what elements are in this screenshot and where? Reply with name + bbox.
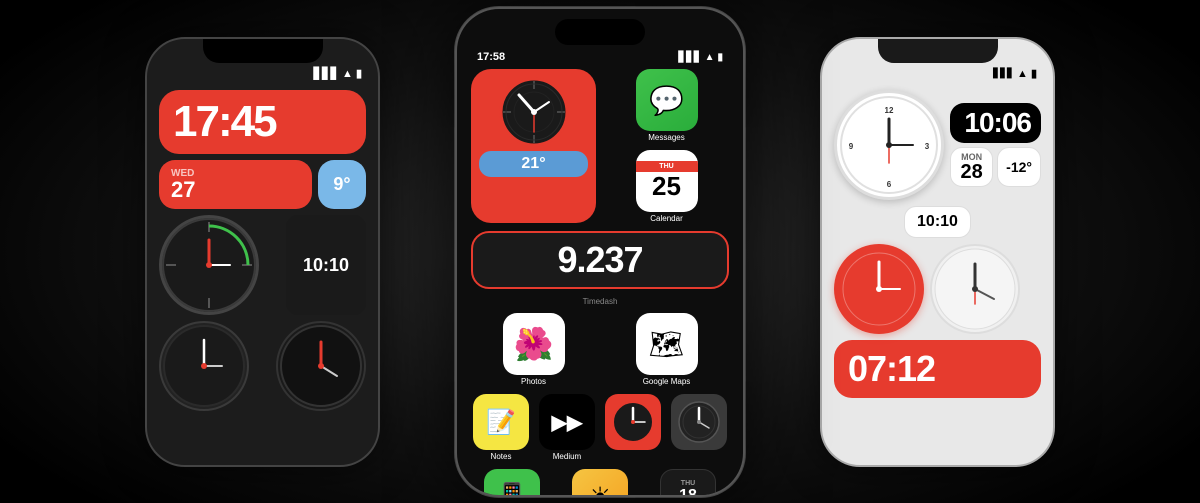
google-maps-icon[interactable]: 🗺	[636, 313, 698, 375]
number-value: 9.237	[557, 239, 642, 281]
left-clock-1	[159, 215, 259, 315]
clock-red-cell[interactable]	[603, 394, 663, 461]
messages-label: Messages	[648, 133, 684, 142]
calendar-icon[interactable]: THU 25	[636, 150, 698, 212]
dynamic-island	[555, 19, 645, 45]
right-temp-block: -12°	[997, 147, 1041, 187]
medium-label: Medium	[553, 452, 581, 461]
whatsapp-cell[interactable]: 📱 WhatsApp	[471, 469, 553, 497]
center-clock-widget: 21°	[471, 69, 596, 223]
center-clock-svg	[499, 77, 569, 147]
right-bottom-time: 07:12	[834, 340, 1041, 398]
clock-red-icon[interactable]	[605, 394, 661, 450]
messages-icon-cell[interactable]: 💬 Messages	[604, 69, 729, 142]
right-phone: ▋▋▋ ▲ ▮ 12 3 6 9	[820, 37, 1055, 467]
right-small-time-row: 10:10	[834, 206, 1041, 238]
right-top-row: 12 3 6 9 10:06	[834, 90, 1041, 200]
phones-wrapper: ▋▋▋ ▲ ▮ 17:45 WED 27 9°	[0, 0, 1200, 503]
right-status-icons: ▋▋▋ ▲ ▮	[993, 67, 1037, 80]
right-small-time-box: 10:10	[904, 206, 971, 238]
center-number-section: 9.237 Timedash	[457, 231, 743, 309]
weatherpro-icon[interactable]: ☀	[572, 469, 628, 497]
number-widget: 9.237	[471, 231, 729, 289]
center-row3: 📝 Notes ▶▶ Medium	[457, 394, 743, 461]
notes-label: Notes	[491, 452, 512, 461]
right-date-block: MON 28	[950, 147, 993, 187]
signal-icon: ▋▋▋	[679, 52, 702, 63]
center-right-apps: 💬 Messages THU 25 Calendar	[604, 69, 729, 223]
messages-icon[interactable]: 💬	[636, 69, 698, 131]
left-temp-widget: 9°	[318, 160, 366, 209]
right-clock-a-svg	[838, 248, 920, 330]
right-clock-b-svg	[934, 248, 1016, 330]
center-temp-pill: 21°	[479, 151, 588, 177]
left-big-time: 17:45	[173, 100, 352, 144]
clock-dark-icon[interactable]	[671, 394, 727, 450]
left-time-widget: 17:45	[159, 90, 366, 154]
photos-label: Photos	[521, 377, 546, 386]
svg-text:12: 12	[885, 106, 894, 115]
left-clock-3	[276, 321, 366, 411]
battery-icon: ▮	[717, 52, 723, 63]
clock-dark-cell[interactable]	[669, 394, 729, 461]
left-notch	[203, 39, 323, 63]
calendar-label: Calendar	[650, 214, 682, 223]
notes-icon[interactable]: 📝	[473, 394, 529, 450]
right-clock-row	[834, 244, 1041, 334]
timedash-icon[interactable]: THU 18 10°	[660, 469, 716, 497]
left-date-widget: WED 27	[159, 160, 312, 209]
right-digital-col: 10:06 MON 28 -12°	[950, 103, 1041, 187]
center-row4: 📱 WhatsApp ☀ WeatherPro THU 18 10° Timed…	[457, 469, 743, 497]
left-clock-row: 10:10	[159, 215, 366, 315]
google-maps-cell[interactable]: 🗺 Google Maps	[604, 313, 729, 386]
google-maps-label: Google Maps	[643, 377, 691, 386]
timedash-cell[interactable]: THU 18 10° Timedash	[647, 469, 729, 497]
right-clock-svg: 12 3 6 9	[839, 95, 939, 195]
svg-text:3: 3	[925, 142, 930, 151]
left-phone: ▋▋▋ ▲ ▮ 17:45 WED 27 9°	[145, 37, 380, 467]
photos-icon[interactable]: 🌺	[503, 313, 565, 375]
left-status-icons: ▋▋▋ ▲ ▮	[314, 67, 362, 80]
left-date-temp-row: WED 27 9°	[159, 160, 366, 209]
medium-icon[interactable]: ▶▶	[539, 394, 595, 450]
left-clock-3-svg	[279, 324, 363, 408]
left-clock-svg	[162, 218, 256, 312]
center-status-icons: ▋▋▋ ▲ ▮	[679, 52, 724, 63]
center-photos-maps-row: 🌺 Photos 🗺 Google Maps	[457, 313, 743, 386]
left-small-time: 10:10	[286, 215, 366, 315]
left-clock-2-svg	[162, 324, 246, 408]
svg-text:9: 9	[849, 142, 854, 151]
timedash-label: Timedash	[471, 291, 729, 309]
right-clock-b	[930, 244, 1020, 334]
notes-cell[interactable]: 📝 Notes	[471, 394, 531, 461]
right-big-clock: 12 3 6 9	[834, 90, 944, 200]
right-notch	[878, 39, 998, 63]
photos-cell[interactable]: 🌺 Photos	[471, 313, 596, 386]
right-date-temp: MON 28 -12°	[950, 147, 1041, 187]
right-clock-a	[834, 244, 924, 334]
whatsapp-icon[interactable]: 📱	[484, 469, 540, 497]
weatherpro-cell[interactable]: ☀ WeatherPro	[559, 469, 641, 497]
wifi-icon: ▲	[705, 52, 715, 63]
center-top-section: 21° 💬 Messages THU 25 Calendar	[457, 69, 743, 223]
medium-cell[interactable]: ▶▶ Medium	[537, 394, 597, 461]
center-phone: 17:58 ▋▋▋ ▲ ▮	[455, 7, 745, 497]
center-time-display: 17:58	[477, 51, 505, 63]
left-bottom-clocks	[159, 321, 366, 411]
right-digital-time: 10:06	[950, 103, 1041, 143]
left-clock-2	[159, 321, 249, 411]
left-status-bar: ▋▋▋ ▲ ▮	[147, 67, 378, 86]
center-status-bar: 17:58 ▋▋▋ ▲ ▮	[457, 49, 743, 69]
center-analog-clock	[479, 77, 588, 147]
calendar-icon-cell[interactable]: THU 25 Calendar	[604, 150, 729, 223]
svg-text:6: 6	[887, 180, 892, 189]
right-status-bar: ▋▋▋ ▲ ▮	[822, 67, 1053, 86]
